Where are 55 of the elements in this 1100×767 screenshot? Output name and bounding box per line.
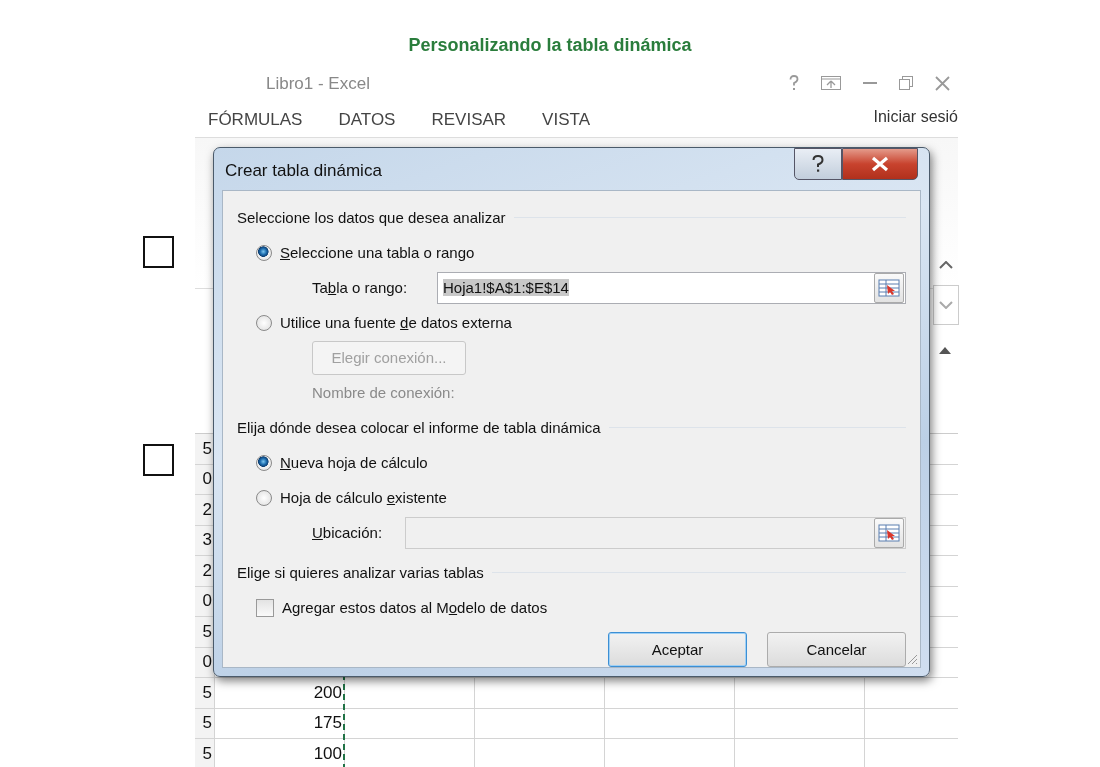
checkbox[interactable] xyxy=(143,236,174,268)
field-label: Ubicación: xyxy=(312,524,384,541)
resize-grip-icon[interactable] xyxy=(906,653,918,665)
ribbon-tab[interactable]: REVISAR xyxy=(431,110,507,130)
connection-name-label: Nombre de conexión: xyxy=(312,384,455,401)
help-icon[interactable] xyxy=(789,75,799,91)
table-cell: 5 xyxy=(195,678,215,709)
ribbon-tab[interactable]: DATOS xyxy=(338,110,396,130)
range-select-button[interactable] xyxy=(874,272,904,303)
section-heading: Elija dónde desea colocar el informe de tabla dinámica xyxy=(237,419,601,436)
triangle-up-icon[interactable] xyxy=(939,347,951,354)
radio-label[interactable]: Hoja de cálculo existente xyxy=(280,489,447,506)
scroll-up-icon[interactable] xyxy=(939,261,953,269)
range-select-icon xyxy=(878,278,900,297)
table-cell: 100 xyxy=(215,739,345,767)
table-cell: 5 xyxy=(195,739,215,767)
section-heading: Seleccione los datos que desea analizar xyxy=(237,209,506,226)
radio-button[interactable] xyxy=(256,244,272,261)
radio-button[interactable] xyxy=(256,314,272,331)
ribbon-tab[interactable]: VISTA xyxy=(542,110,590,130)
radio-label[interactable]: Seleccione una tabla o rango xyxy=(280,244,475,261)
table-cell: 5 xyxy=(195,708,215,739)
help-button[interactable] xyxy=(794,148,842,180)
table-cell: 5 xyxy=(195,434,215,465)
radio-label[interactable]: Utilice una fuente de datos externa xyxy=(280,314,512,331)
checkbox[interactable] xyxy=(256,598,274,617)
cancel-button[interactable]: Cancelar xyxy=(767,631,906,667)
radio-label[interactable]: Nueva hoja de cálculo xyxy=(280,454,428,471)
radio-button[interactable] xyxy=(256,454,272,471)
close-icon[interactable] xyxy=(935,75,950,91)
question-mark-icon xyxy=(811,154,825,174)
sign-in-link[interactable]: Iniciar sesió xyxy=(873,108,958,126)
chevron-down-icon xyxy=(939,301,953,309)
field-label: Tabla o rango: xyxy=(312,279,409,296)
close-button[interactable] xyxy=(842,148,918,180)
table-cell: 2 xyxy=(195,495,215,526)
checkbox-label[interactable]: Agregar estos datos al Modelo de datos xyxy=(282,599,548,616)
scroll-down-button[interactable] xyxy=(933,285,959,325)
page-title: Personalizando la tabla dinámica xyxy=(407,34,693,57)
table-cell: 5 xyxy=(195,617,215,648)
restore-icon[interactable] xyxy=(899,76,913,90)
dialog-title: Crear tabla dinámica xyxy=(225,161,382,181)
checkbox[interactable] xyxy=(143,444,174,476)
range-input-field[interactable]: Hoja1!$A$1:$E$14 xyxy=(437,271,906,304)
range-select-icon xyxy=(878,523,900,542)
table-cell: 200 xyxy=(215,678,345,709)
window-title: Libro1 - Excel xyxy=(266,74,370,94)
ribbon-tab[interactable]: FÓRMULAS xyxy=(208,110,303,130)
radio-button[interactable] xyxy=(256,489,272,506)
table-cell: 175 xyxy=(215,708,345,739)
ribbon-display-icon[interactable] xyxy=(821,76,841,90)
section-heading: Elige si quieres analizar varias tablas xyxy=(237,564,484,581)
table-cell: 2 xyxy=(195,556,215,587)
ok-button[interactable]: Aceptar xyxy=(608,631,747,667)
close-icon xyxy=(870,156,890,172)
